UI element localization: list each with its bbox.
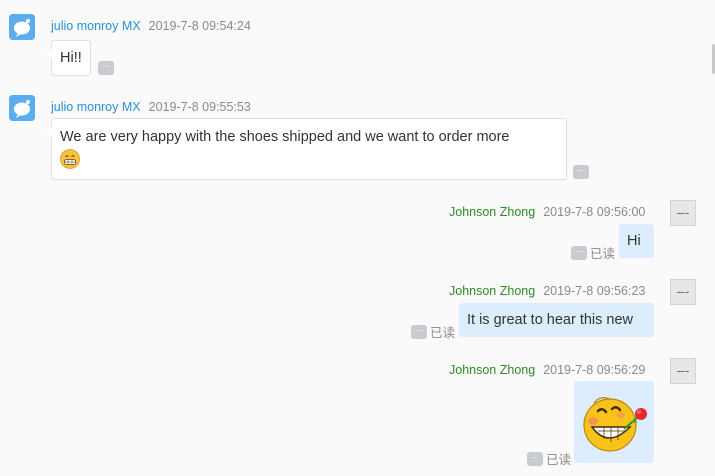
message-header: Johnson Zhong 2019-7-8 09:56:23 bbox=[449, 284, 645, 298]
sender-name[interactable]: julio monroy MX bbox=[51, 19, 141, 33]
message-text: We are very happy with the shoes shipped… bbox=[60, 129, 510, 145]
message-bubble[interactable]: Hi!! bbox=[46, 40, 91, 76]
message-time: 2019-7-8 09:55:53 bbox=[148, 100, 251, 114]
sender-name[interactable]: Johnson Zhong bbox=[449, 205, 535, 219]
message-bubble[interactable]: Hi bbox=[619, 224, 654, 258]
sender-name[interactable]: julio monroy MX bbox=[51, 100, 141, 114]
grinning-rose-sticker bbox=[583, 397, 647, 452]
message-text: Hi bbox=[627, 233, 641, 249]
read-status-label: 已读 bbox=[590, 247, 616, 261]
more-options-icon[interactable]: ··· bbox=[411, 324, 427, 339]
message-header: Johnson Zhong 2019-7-8 09:56:29 bbox=[449, 363, 645, 377]
company-logo-avatar[interactable]: ▬▬ ▬ bbox=[670, 200, 696, 226]
chat-bubble-avatar-icon bbox=[9, 14, 35, 40]
sender-name[interactable]: Johnson Zhong bbox=[449, 284, 535, 298]
message-time: 2019-7-8 09:56:23 bbox=[543, 284, 646, 298]
message-bubble[interactable] bbox=[574, 381, 654, 463]
read-status: ··· 已读 bbox=[571, 243, 615, 262]
message-bubble[interactable]: It is great to hear this new bbox=[459, 303, 654, 337]
message-time: 2019-7-8 09:56:00 bbox=[543, 205, 646, 219]
message-header: julio monroy MX 2019-7-8 09:55:53 bbox=[51, 100, 251, 114]
read-status-label: 已读 bbox=[430, 326, 456, 340]
grinning-face-emoji bbox=[60, 149, 80, 170]
read-status-label: 已读 bbox=[546, 453, 572, 467]
sender-name[interactable]: Johnson Zhong bbox=[449, 363, 535, 377]
more-options-icon[interactable]: ··· bbox=[571, 245, 587, 260]
message-time: 2019-7-8 09:54:24 bbox=[148, 19, 251, 33]
message-header: julio monroy MX 2019-7-8 09:54:24 bbox=[51, 19, 251, 33]
message-time: 2019-7-8 09:56:29 bbox=[543, 363, 646, 377]
more-options-icon[interactable]: ··· bbox=[573, 165, 589, 179]
message-bubble[interactable]: We are very happy with the shoes shipped… bbox=[46, 118, 567, 180]
message-text: Hi!! bbox=[60, 50, 82, 66]
read-status: ··· 已读 bbox=[411, 322, 455, 341]
message-text: It is great to hear this new bbox=[467, 312, 634, 328]
message-header: Johnson Zhong 2019-7-8 09:56:00 bbox=[449, 205, 645, 219]
more-options-icon[interactable]: ··· bbox=[527, 451, 543, 466]
company-logo-avatar[interactable]: ▬▬ ▬ bbox=[670, 279, 696, 305]
read-status: ··· 已读 bbox=[527, 449, 571, 468]
chat-bubble-avatar-icon bbox=[9, 95, 35, 121]
contact-avatar[interactable] bbox=[9, 95, 35, 121]
contact-avatar[interactable] bbox=[9, 14, 35, 40]
company-logo-avatar[interactable]: ▬▬ ▬ bbox=[670, 358, 696, 384]
more-options-icon[interactable]: ··· bbox=[98, 61, 114, 75]
